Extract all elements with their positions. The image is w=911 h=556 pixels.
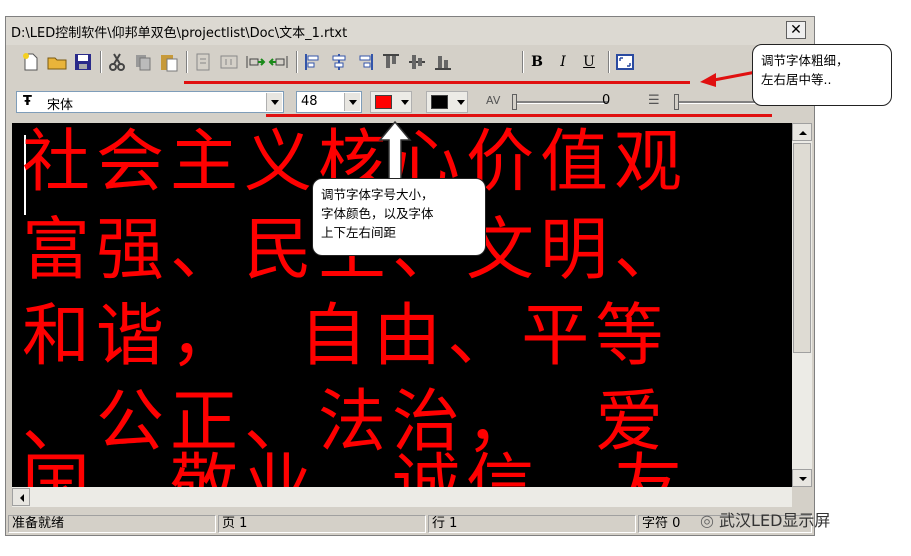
char-spacing-thumb[interactable]	[512, 94, 517, 110]
text-color-swatch	[375, 95, 392, 109]
annotation-arrow-left-icon	[700, 70, 757, 87]
watermark-text: 武汉LED显示屏	[719, 511, 831, 530]
status-bar: 准备就绪 页 1 行 1 字符 0	[6, 513, 814, 535]
chevron-down-icon[interactable]	[457, 100, 465, 105]
status-line: 行 1	[428, 515, 636, 533]
italic-button[interactable]: I	[552, 51, 574, 73]
paste-icon[interactable]	[158, 51, 180, 73]
status-page: 页 1	[218, 515, 426, 533]
font-icon: Ŧ	[23, 94, 32, 109]
vertical-scroll-thumb[interactable]	[793, 143, 811, 353]
title-bar: D:\LED控制软件\仰邦单双色\projectlist\Doc\文本_1.rt…	[6, 17, 814, 45]
annotation-underline-fontbar	[266, 114, 772, 117]
align-middle-icon[interactable]	[406, 51, 428, 73]
cut-icon[interactable]	[106, 51, 128, 73]
horizontal-scrollbar[interactable]	[12, 487, 792, 507]
line-spacing-thumb[interactable]	[674, 94, 679, 110]
background-color-picker[interactable]	[426, 91, 468, 113]
watermark: ◎ 武汉LED显示屏	[700, 507, 830, 531]
window-title: D:\LED控制软件\仰邦单双色\projectlist\Doc\文本_1.rt…	[11, 26, 348, 41]
open-folder-icon[interactable]	[46, 51, 68, 73]
font-name-value: 宋体	[47, 98, 74, 113]
formatting-toolbar: B I U	[6, 49, 814, 75]
chevron-down-icon[interactable]	[401, 100, 409, 105]
new-file-icon[interactable]	[20, 51, 42, 73]
char-spacing-value: 0	[602, 93, 611, 108]
editor-line: 国、敬业、诚信、友	[22, 447, 689, 488]
line-spacing-icon: ☰	[648, 93, 660, 108]
align-top-icon[interactable]	[380, 51, 402, 73]
scroll-down-icon[interactable]	[792, 469, 812, 487]
chevron-down-icon[interactable]	[344, 93, 360, 111]
editor-line: 和谐， 自由、平等	[22, 297, 670, 376]
align-right-icon[interactable]	[354, 51, 376, 73]
save-icon[interactable]	[72, 51, 94, 73]
vertical-scrollbar[interactable]	[792, 123, 812, 487]
text-color-picker[interactable]	[370, 91, 412, 113]
annotation-arrow-up-icon	[378, 120, 412, 181]
bold-button[interactable]: B	[526, 51, 548, 73]
background-color-swatch	[431, 95, 448, 109]
indent-left-icon[interactable]	[268, 51, 290, 73]
callout-fontbar-note: 调节字体字号大小， 字体颜色，以及字体 上下左右间距	[312, 178, 486, 256]
editor-window: D:\LED控制软件\仰邦单双色\projectlist\Doc\文本_1.rt…	[5, 16, 815, 536]
font-name-select[interactable]: Ŧ 宋体	[16, 91, 284, 113]
scroll-up-icon[interactable]	[792, 123, 812, 141]
frame-icon[interactable]	[192, 51, 214, 73]
copy-icon[interactable]	[132, 51, 154, 73]
wechat-icon: ◎	[700, 511, 720, 530]
align-bottom-icon[interactable]	[432, 51, 454, 73]
status-ready: 准备就绪	[8, 515, 216, 533]
fullscreen-icon[interactable]	[614, 51, 636, 73]
indent-right-icon[interactable]	[244, 51, 266, 73]
char-spacing-icon: AV	[486, 94, 501, 107]
align-left-icon[interactable]	[302, 51, 324, 73]
chevron-down-icon[interactable]	[266, 93, 282, 111]
close-button[interactable]: ✕	[786, 21, 806, 39]
char-spacing-slider[interactable]: AV 0	[482, 91, 630, 113]
font-size-select[interactable]: 48	[296, 91, 362, 113]
underline-button[interactable]: U	[578, 51, 600, 73]
annotation-underline-toolbar	[184, 81, 690, 84]
frame2-icon[interactable]	[218, 51, 240, 73]
font-toolbar: Ŧ 宋体 48 AV 0 ☰	[6, 89, 814, 115]
scroll-left-icon[interactable]	[12, 488, 30, 506]
font-size-value: 48	[301, 94, 318, 109]
callout-toolbar-note: 调节字体粗细， 左右居中等..	[752, 44, 892, 106]
align-center-icon[interactable]	[328, 51, 350, 73]
